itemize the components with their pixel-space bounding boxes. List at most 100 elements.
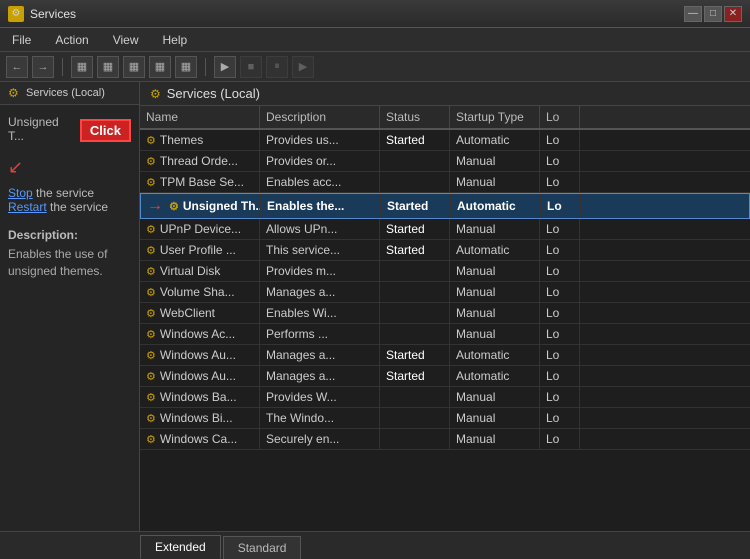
maximize-button[interactable]: □ <box>704 6 722 22</box>
col-lo[interactable]: Lo <box>540 106 580 128</box>
cell-name: ⚙Windows Au... <box>140 366 260 386</box>
cell-name: ⚙Volume Sha... <box>140 282 260 302</box>
toolbar-btn-2[interactable]: ▦ <box>97 56 119 78</box>
cell-name: ⚙TPM Base Se... <box>140 172 260 192</box>
cell-desc: Provides or... <box>260 151 380 171</box>
table-row[interactable]: ⚙WebClient Enables Wi... Manual Lo <box>140 303 750 324</box>
cell-desc: Enables acc... <box>260 172 380 192</box>
toolbar-btn-3[interactable]: ▦ <box>123 56 145 78</box>
table-row[interactable]: ⚙User Profile ... This service... Starte… <box>140 240 750 261</box>
table-row[interactable]: ⚙TPM Base Se... Enables acc... Manual Lo <box>140 172 750 193</box>
gear-icon-row: ⚙ <box>146 244 156 257</box>
table-body: ⚙Themes Provides us... Started Automatic… <box>140 130 750 450</box>
gear-icon-row: ⚙ <box>146 391 156 404</box>
description-section: Description: Enables the use of unsigned… <box>8 228 131 280</box>
gear-icon-row: ⚙ <box>146 412 156 425</box>
back-button[interactable]: ← <box>6 56 28 78</box>
cell-lo: Lo <box>540 429 580 449</box>
table-row[interactable]: ⚙Themes Provides us... Started Automatic… <box>140 130 750 151</box>
cell-status: Started <box>380 219 450 239</box>
cell-startup: Automatic <box>450 130 540 150</box>
window-controls[interactable]: — □ ✕ <box>684 6 742 22</box>
bottom-tabs: Extended Standard <box>0 531 750 559</box>
table-row[interactable]: ⚙Windows Ca... Securely en... Manual Lo <box>140 429 750 450</box>
toolbar-btn-1[interactable]: ▦ <box>71 56 93 78</box>
pause-button[interactable]: ⏸ <box>266 56 288 78</box>
table-row[interactable]: ⚙UPnP Device... Allows UPn... Started Ma… <box>140 219 750 240</box>
col-startup[interactable]: Startup Type <box>450 106 540 128</box>
cell-lo: Lo <box>540 151 580 171</box>
restart-button[interactable]: ▶ <box>292 56 314 78</box>
menu-action[interactable]: Action <box>49 31 94 49</box>
cell-status: Started <box>380 240 450 260</box>
services-table[interactable]: Name Description Status Startup Type Lo … <box>140 106 750 531</box>
minimize-button[interactable]: — <box>684 6 702 22</box>
click-badge: Click <box>80 119 131 142</box>
cell-name: ⚙UPnP Device... <box>140 219 260 239</box>
toolbar-btn-4[interactable]: ▦ <box>149 56 171 78</box>
cell-startup: Automatic <box>450 345 540 365</box>
window-title: Services <box>30 7 76 21</box>
gear-icon-row: ⚙ <box>169 200 179 213</box>
table-row[interactable]: ⚙Volume Sha... Manages a... Manual Lo <box>140 282 750 303</box>
forward-button[interactable]: → <box>32 56 54 78</box>
cell-name: ⚙Windows Au... <box>140 345 260 365</box>
cell-lo: Lo <box>540 345 580 365</box>
cell-status <box>380 261 450 281</box>
col-description[interactable]: Description <box>260 106 380 128</box>
table-header: Name Description Status Startup Type Lo <box>140 106 750 130</box>
gear-icon-row: ⚙ <box>146 286 156 299</box>
table-row[interactable]: →⚙Unsigned Th... Enables the... Started … <box>140 193 750 219</box>
table-row[interactable]: ⚙Windows Au... Manages a... Started Auto… <box>140 345 750 366</box>
cell-lo: Lo <box>540 172 580 192</box>
table-row[interactable]: ⚙Virtual Disk Provides m... Manual Lo <box>140 261 750 282</box>
stop-service-row: Stop the service <box>8 186 131 200</box>
cell-status: Started <box>381 194 451 218</box>
left-panel-header: ⚙ Services (Local) <box>0 82 139 105</box>
table-row[interactable]: ⚙Thread Orde... Provides or... Manual Lo <box>140 151 750 172</box>
cell-lo: Lo <box>540 408 580 428</box>
col-name[interactable]: Name <box>140 106 260 128</box>
toolbar-btn-5[interactable]: ▦ <box>175 56 197 78</box>
cell-desc: Performs ... <box>260 324 380 344</box>
cell-status <box>380 172 450 192</box>
cell-status <box>380 429 450 449</box>
app-icon: ⚙ <box>8 6 24 22</box>
left-panel: ⚙ Services (Local) Unsigned T... Click ↙… <box>0 82 140 531</box>
cell-startup: Manual <box>450 324 540 344</box>
col-status[interactable]: Status <box>380 106 450 128</box>
cell-startup: Manual <box>450 303 540 323</box>
stop-button[interactable]: ■ <box>240 56 262 78</box>
left-panel-body: Unsigned T... Click ↙ Stop the service R… <box>0 105 139 531</box>
separator-1 <box>62 58 63 76</box>
cell-startup: Automatic <box>450 240 540 260</box>
gear-icon-row: ⚙ <box>146 155 156 168</box>
table-row[interactable]: ⚙Windows Ac... Performs ... Manual Lo <box>140 324 750 345</box>
menu-help[interactable]: Help <box>157 31 194 49</box>
cell-startup: Manual <box>450 387 540 407</box>
menu-file[interactable]: File <box>6 31 37 49</box>
table-row[interactable]: ⚙Windows Ba... Provides W... Manual Lo <box>140 387 750 408</box>
table-row[interactable]: ⚙Windows Au... Manages a... Started Auto… <box>140 366 750 387</box>
stop-link[interactable]: Stop <box>8 186 33 200</box>
close-button[interactable]: ✕ <box>724 6 742 22</box>
tab-standard[interactable]: Standard <box>223 536 302 559</box>
cell-desc: Manages a... <box>260 282 380 302</box>
gear-icon-row: ⚙ <box>146 176 156 189</box>
cell-name: ⚙Windows Ac... <box>140 324 260 344</box>
gear-icon-row: ⚙ <box>146 265 156 278</box>
cell-desc: Enables Wi... <box>260 303 380 323</box>
menu-view[interactable]: View <box>107 31 145 49</box>
cell-lo: Lo <box>540 366 580 386</box>
play-button[interactable]: ▶ <box>214 56 236 78</box>
table-row[interactable]: ⚙Windows Bi... The Windo... Manual Lo <box>140 408 750 429</box>
description-label: Description: <box>8 228 131 242</box>
cell-status <box>380 324 450 344</box>
toolbar: ← → ▦ ▦ ▦ ▦ ▦ ▶ ■ ⏸ ▶ <box>0 52 750 82</box>
restart-link[interactable]: Restart <box>8 200 47 214</box>
tab-extended[interactable]: Extended <box>140 535 221 559</box>
cell-status <box>380 151 450 171</box>
stop-suffix: the service <box>33 186 94 200</box>
cell-startup: Manual <box>450 219 540 239</box>
selected-row-arrow: → <box>147 197 163 215</box>
